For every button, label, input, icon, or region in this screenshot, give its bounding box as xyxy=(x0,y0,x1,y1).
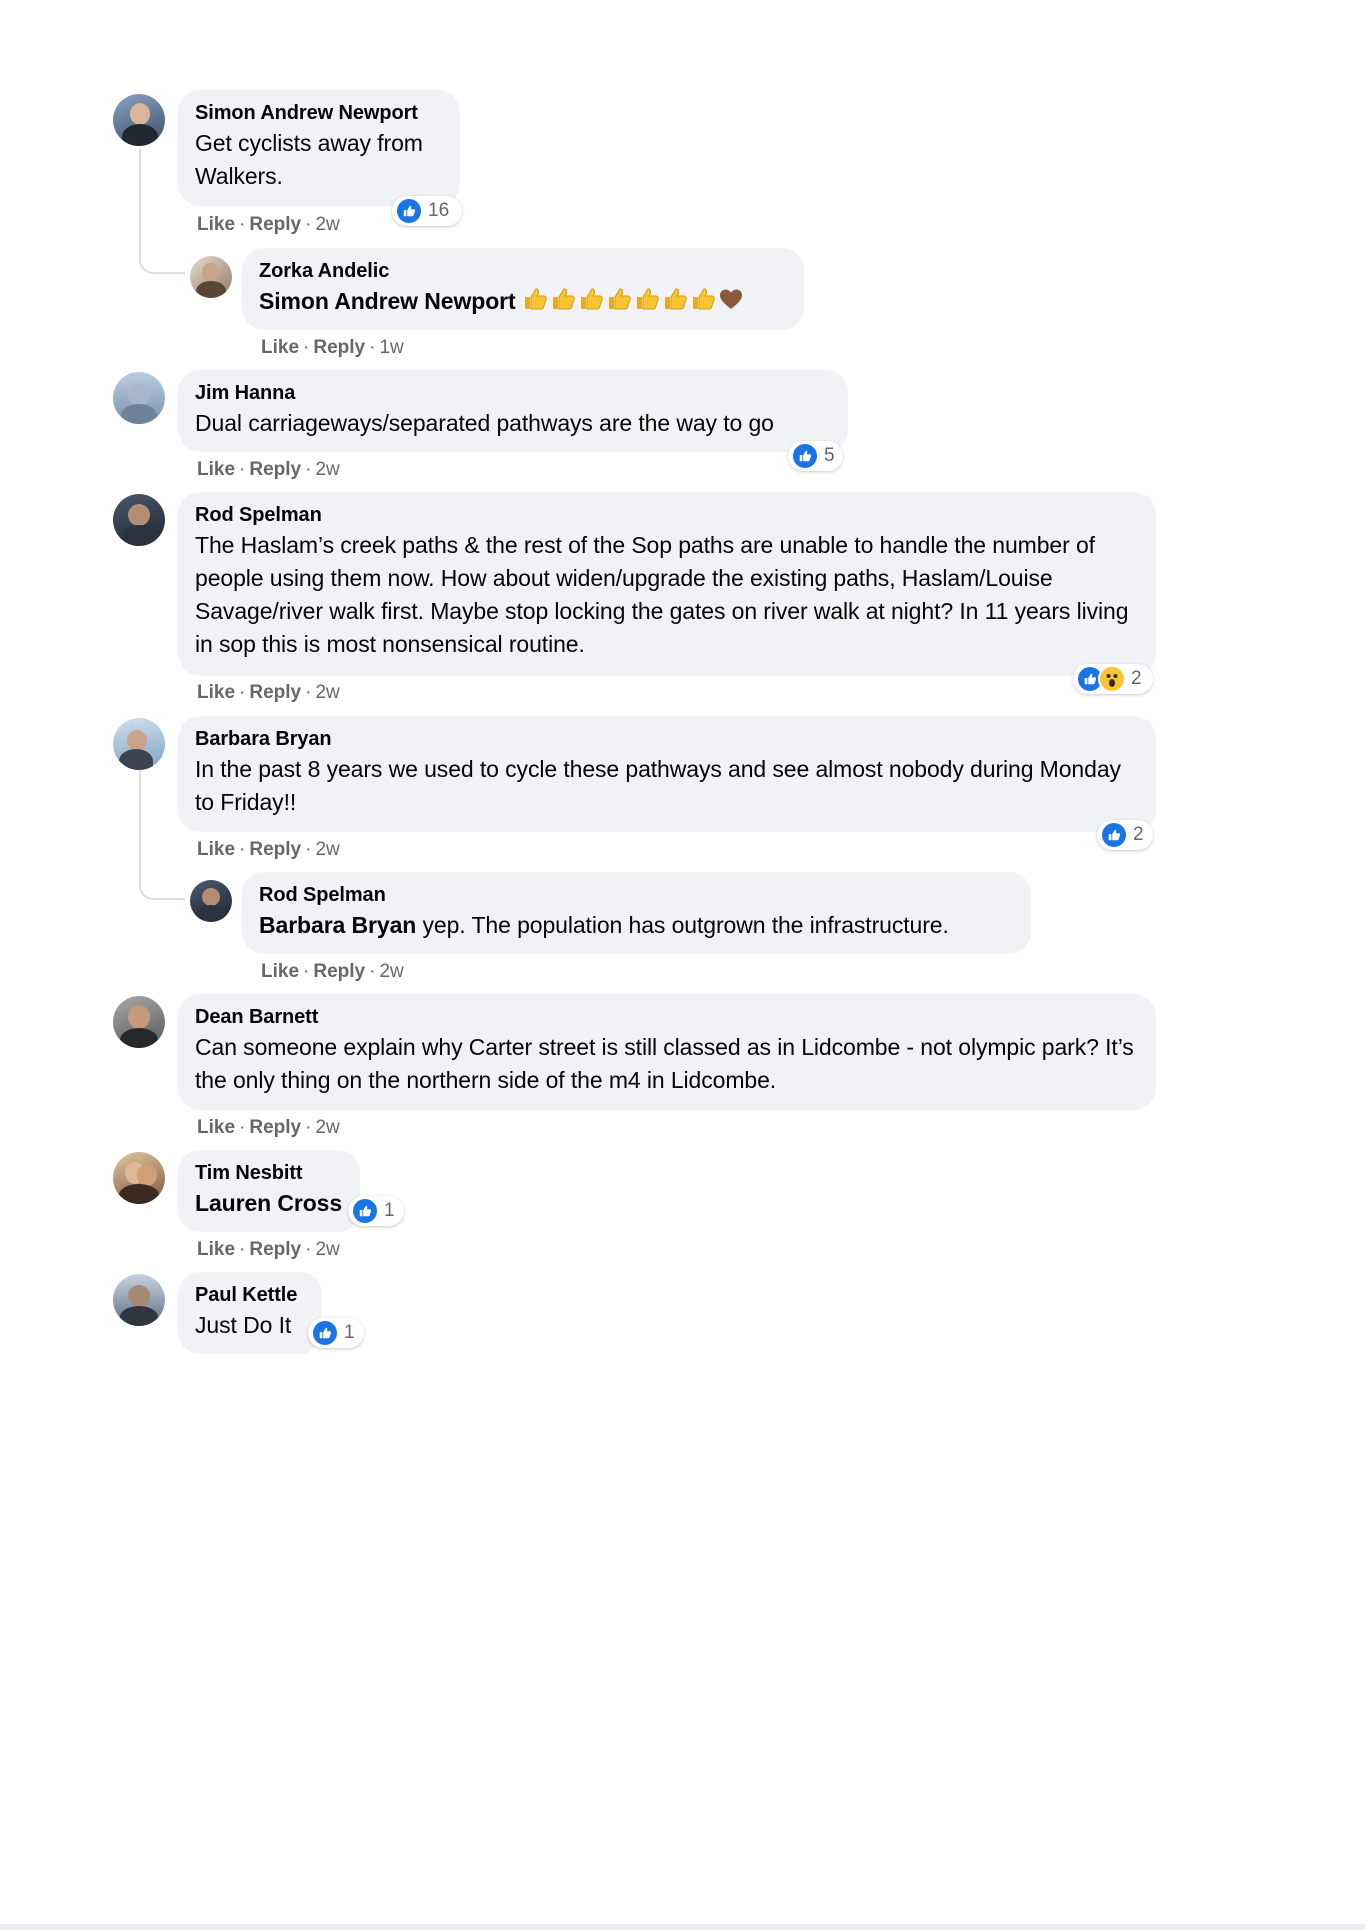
avatar[interactable] xyxy=(113,94,165,146)
reply-button[interactable]: Reply xyxy=(313,337,365,358)
comment-bubble: Dean Barnett Can someone explain why Car… xyxy=(178,994,1156,1110)
reaction-count: 2 xyxy=(1131,668,1142,689)
comment-text: Barbara Bryan yep. The population has ou… xyxy=(259,912,949,938)
timestamp[interactable]: 2w xyxy=(315,839,339,860)
comment-bubble: Rod Spelman The Haslam’s creek paths & t… xyxy=(178,492,1156,676)
like-button[interactable]: Like xyxy=(197,459,235,480)
timestamp[interactable]: 2w xyxy=(315,1117,339,1138)
comment-author[interactable]: Dean Barnett xyxy=(195,1004,1139,1031)
comment-text: Can someone explain why Carter street is… xyxy=(195,1034,1134,1093)
page-bottom-edge xyxy=(0,1924,1365,1930)
comment-author[interactable]: Zorka Andelic xyxy=(259,258,787,285)
comment-author[interactable]: Jim Hanna xyxy=(195,380,831,407)
reaction-count: 1 xyxy=(344,1322,355,1343)
comment-author[interactable]: Simon Andrew Newport xyxy=(195,100,443,127)
timestamp[interactable]: 1w xyxy=(379,337,403,358)
comment-text: The Haslam’s creek paths & the rest of t… xyxy=(195,532,1129,657)
like-icon xyxy=(1100,821,1128,849)
reaction-summary[interactable]: 2 xyxy=(1097,820,1153,850)
mention-link[interactable]: Lauren Cross xyxy=(195,1190,342,1216)
avatar[interactable] xyxy=(113,494,165,546)
like-button[interactable]: Like xyxy=(197,682,235,703)
comment-author[interactable]: Paul Kettle xyxy=(195,1282,305,1309)
reply-button[interactable]: Reply xyxy=(313,961,365,982)
reply-button[interactable]: Reply xyxy=(249,682,301,703)
comment-author[interactable]: Rod Spelman xyxy=(259,882,1014,909)
reaction-count: 5 xyxy=(824,445,835,466)
brown-heart-icon xyxy=(718,286,744,312)
timestamp[interactable]: 2w xyxy=(315,1239,339,1260)
comment-author[interactable]: Rod Spelman xyxy=(195,502,1139,529)
thumbs-up-icon xyxy=(662,286,688,312)
like-icon xyxy=(395,197,423,225)
comment-author[interactable]: Barbara Bryan xyxy=(195,726,1139,753)
thumbs-up-icon xyxy=(522,286,548,312)
comment-actions: Like · Reply · 2w xyxy=(261,961,404,982)
comment-actions: Like · Reply · 2w xyxy=(197,1117,340,1138)
avatar[interactable] xyxy=(113,996,165,1048)
like-icon xyxy=(351,1197,379,1225)
comment-author[interactable]: Tim Nesbitt xyxy=(195,1160,343,1187)
like-icon xyxy=(791,442,819,470)
reply-button[interactable]: Reply xyxy=(249,1239,301,1260)
thumbs-up-icon xyxy=(550,286,576,312)
avatar[interactable] xyxy=(113,1274,165,1326)
reply-button[interactable]: Reply xyxy=(249,459,301,480)
comment-text: Lauren Cross xyxy=(195,1187,343,1220)
reaction-count: 16 xyxy=(428,200,450,221)
comment-bubble: Barbara Bryan In the past 8 years we use… xyxy=(178,716,1156,832)
timestamp[interactable]: 2w xyxy=(315,214,339,235)
thumbs-up-icon xyxy=(634,286,660,312)
emoji-row xyxy=(522,286,744,312)
comment-text: Simon Andrew Newport xyxy=(259,285,787,318)
comment-bubble: Jim Hanna Dual carriageways/separated pa… xyxy=(178,370,848,452)
like-button[interactable]: Like xyxy=(197,839,235,860)
like-button[interactable]: Like xyxy=(197,214,235,235)
timestamp[interactable]: 2w xyxy=(315,459,339,480)
comment-actions: Like · Reply · 2w xyxy=(197,459,340,480)
comment-bubble: Paul Kettle Just Do It xyxy=(178,1272,322,1354)
thumbs-up-icon xyxy=(606,286,632,312)
avatar[interactable] xyxy=(113,718,165,770)
reaction-summary[interactable]: 1 xyxy=(348,1196,404,1226)
avatar[interactable] xyxy=(113,1152,165,1204)
wow-icon xyxy=(1098,665,1126,693)
comment-text: Dual carriageways/separated pathways are… xyxy=(195,410,774,436)
comment-text: In the past 8 years we used to cycle the… xyxy=(195,756,1121,815)
thumbs-up-icon xyxy=(690,286,716,312)
thumbs-up-icon xyxy=(578,286,604,312)
comment-bubble: Simon Andrew Newport Get cyclists away f… xyxy=(178,90,460,206)
reply-button[interactable]: Reply xyxy=(249,1117,301,1138)
comment-actions: Like · Reply · 2w xyxy=(197,839,340,860)
reaction-summary[interactable]: 16 xyxy=(392,196,462,226)
like-button[interactable]: Like xyxy=(261,337,299,358)
like-icon xyxy=(311,1319,339,1347)
comment-text: Get cyclists away from Walkers. xyxy=(195,130,423,189)
avatar[interactable] xyxy=(190,256,232,298)
mention-link[interactable]: Barbara Bryan xyxy=(259,912,416,938)
comment-actions: Like · Reply · 2w xyxy=(197,1239,340,1260)
reaction-summary[interactable]: 2 xyxy=(1073,664,1153,694)
comment-actions: Like · Reply · 2w xyxy=(197,682,340,703)
like-button[interactable]: Like xyxy=(261,961,299,982)
mention-link[interactable]: Simon Andrew Newport xyxy=(259,288,516,314)
reply-bubble: Zorka Andelic Simon Andrew Newport xyxy=(242,248,804,330)
comment-bubble: Tim Nesbitt Lauren Cross xyxy=(178,1150,360,1232)
timestamp[interactable]: 2w xyxy=(315,682,339,703)
reaction-summary[interactable]: 1 xyxy=(308,1318,364,1348)
like-button[interactable]: Like xyxy=(197,1117,235,1138)
reply-button[interactable]: Reply xyxy=(249,839,301,860)
comment-actions: Like · Reply · 2w xyxy=(197,214,340,235)
reaction-count: 2 xyxy=(1133,824,1144,845)
comment-text: Just Do It xyxy=(195,1312,292,1338)
avatar[interactable] xyxy=(113,372,165,424)
timestamp[interactable]: 2w xyxy=(379,961,403,982)
reaction-summary[interactable]: 5 xyxy=(788,441,843,471)
avatar[interactable] xyxy=(190,880,232,922)
reply-button[interactable]: Reply xyxy=(249,214,301,235)
reply-bubble: Rod Spelman Barbara Bryan yep. The popul… xyxy=(242,872,1031,954)
reaction-count: 1 xyxy=(384,1200,395,1221)
like-button[interactable]: Like xyxy=(197,1239,235,1260)
comment-actions: Like · Reply · 1w xyxy=(261,337,404,358)
